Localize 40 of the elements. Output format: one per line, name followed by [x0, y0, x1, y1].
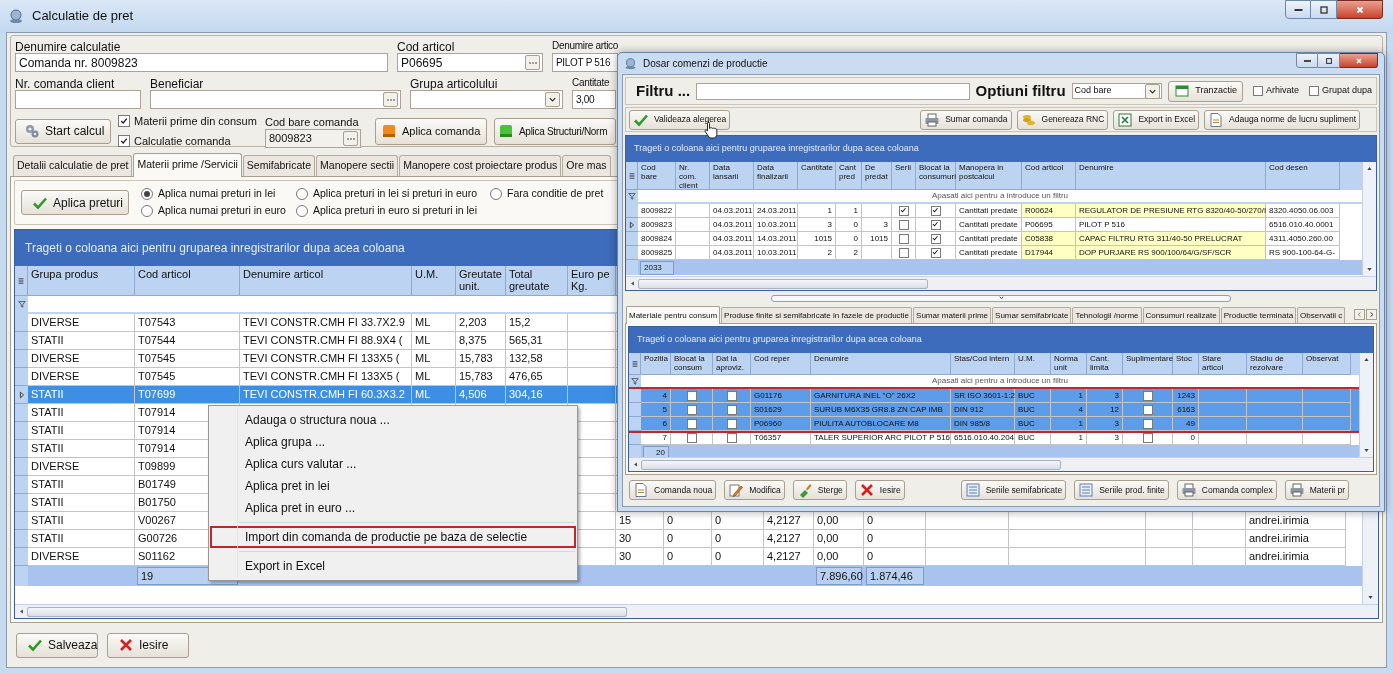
- radio-label: Fara conditie de pret: [507, 186, 604, 201]
- table-cell: REGULATOR DE PRESIUNE RTG 8320/40-50/270/I: [1076, 204, 1266, 218]
- table-cell: R00624: [1022, 204, 1076, 218]
- table-cell: BUC: [1015, 417, 1051, 431]
- field-label: Beneficiar: [150, 76, 205, 90]
- table-cell: 3: [1087, 417, 1123, 431]
- radio-label: Aplica preturi in lei si preturi in euro: [313, 186, 477, 201]
- summary-value: 1.874,46: [866, 566, 924, 586]
- group-by-hint: Trageti o coloana aici pentru gruparea inregistrarilor dupa acea coloana: [626, 136, 1376, 162]
- checkbox-label: Calculatie comanda: [134, 133, 231, 149]
- filter-label: Filtru ...: [636, 80, 691, 101]
- radio-label: Aplica preturi in euro si preturi in lei: [313, 202, 477, 218]
- checkbox-label: Grupat dupa: [1321, 84, 1372, 98]
- field-label: Cod articol: [397, 39, 456, 53]
- table-cell: DOP PURJARE RS 900/100/64/G/SF/SCR: [1076, 246, 1266, 260]
- table-cell: 1: [1051, 417, 1087, 431]
- field-label: Nr. comanda client: [15, 76, 116, 90]
- table-cell: 49: [1173, 417, 1199, 431]
- field-label: Denumire calculatie: [15, 39, 122, 53]
- table-cell: PIULITA AUTOBLOCARE M8: [811, 417, 951, 431]
- summary-value: 2033: [640, 260, 674, 275]
- filter-options-label: Optiuni filtru: [975, 80, 1066, 101]
- table-cell: C05838: [1022, 232, 1076, 246]
- summary-value: 7.896,60: [816, 566, 862, 586]
- checkbox-label: Materii prime din consum: [134, 114, 257, 129]
- group-by-hint: Trageti o coloana aici pentru gruparea inregistrarilor dupa acea coloana: [629, 327, 1373, 353]
- table-cell: 6: [641, 417, 671, 431]
- radio-label: Aplica numai preturi in lei: [158, 186, 276, 201]
- table-cell: D17944: [1022, 246, 1076, 260]
- window-title: Dosar comenzi de productie: [643, 57, 768, 71]
- table-cell: DIN 985/8: [951, 417, 1015, 431]
- table-cell: P06960: [751, 417, 811, 431]
- window-title: Calculatie de pret: [32, 7, 134, 26]
- field-label: Cod bare comanda: [265, 115, 360, 129]
- field-label: Denumire artico: [552, 39, 618, 53]
- field-label: Grupa articolului: [410, 76, 499, 90]
- table-cell: CAPAC FILTRU RTG 311/40-50 PRELUCRAT: [1076, 232, 1266, 246]
- radio-label: Aplica numai preturi in euro: [158, 202, 286, 218]
- checkbox-label: Arhivate: [1265, 84, 1299, 98]
- field-label: Cantitate: [572, 76, 611, 90]
